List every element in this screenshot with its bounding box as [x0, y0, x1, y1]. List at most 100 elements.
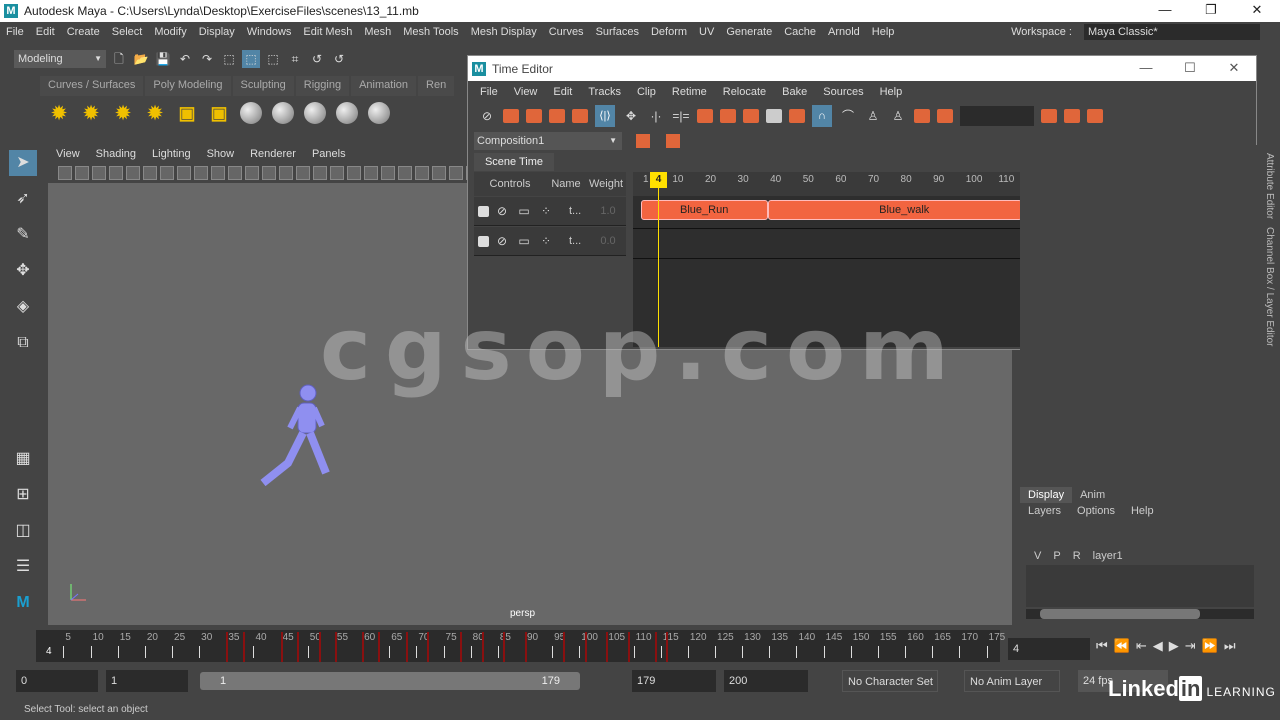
menu-mesh-tools[interactable]: Mesh Tools	[397, 26, 464, 38]
menu-file[interactable]: File	[0, 26, 30, 38]
menu-mesh[interactable]: Mesh	[358, 26, 397, 38]
group-icon[interactable]	[549, 109, 565, 123]
panel-tool-icon[interactable]	[126, 166, 140, 180]
select-object-icon[interactable]: ⬚	[242, 50, 260, 68]
track-name[interactable]: t...	[569, 235, 581, 247]
shelf-tab[interactable]: Poly Modeling	[145, 76, 231, 96]
lock-icon[interactable]: ⁘	[537, 232, 555, 250]
time-editor-titlebar[interactable]: M Time Editor — ☐ ✕	[468, 56, 1256, 81]
rotate-tool-icon[interactable]: ◈	[9, 294, 37, 320]
time-editor-menu-tracks[interactable]: Tracks	[580, 86, 629, 98]
panel-tool-icon[interactable]	[279, 166, 293, 180]
layer-scrollbar[interactable]	[1026, 609, 1254, 619]
track-row[interactable]: ⊘ ▭ ⁘ t... 0.0	[474, 227, 626, 256]
close-button[interactable]: ✕	[1234, 0, 1280, 20]
composition-select[interactable]: Composition1	[474, 132, 622, 150]
material-sphere-icon[interactable]	[368, 102, 390, 124]
light-icon[interactable]: ✹	[144, 102, 166, 124]
graph-editor-icon[interactable]	[1041, 109, 1057, 123]
snap-point-icon[interactable]: ↺	[330, 50, 348, 68]
shelf-tab[interactable]: Rigging	[295, 76, 350, 96]
panel-tool-icon[interactable]	[296, 166, 310, 180]
panel-tool-icon[interactable]	[143, 166, 157, 180]
playback-toggle[interactable]: P	[1053, 550, 1060, 562]
character-set-select[interactable]: No Character Set	[842, 670, 938, 692]
menu-surfaces[interactable]: Surfaces	[590, 26, 645, 38]
visibility-toggle[interactable]: V	[1034, 550, 1041, 562]
go-to-end-icon[interactable]: ⏭	[1224, 638, 1236, 654]
clip-blue_run[interactable]: Blue_Run	[641, 200, 769, 220]
panel-tool-icon[interactable]	[313, 166, 327, 180]
menu-curves[interactable]: Curves	[543, 26, 590, 38]
select-tool-icon[interactable]: ➤	[9, 150, 37, 176]
menu-generate[interactable]: Generate	[720, 26, 778, 38]
scale-clip-icon[interactable]: ⟨|⟩	[595, 105, 615, 127]
track-enable-checkbox[interactable]	[478, 235, 489, 247]
layout-single-icon[interactable]: ▦	[9, 446, 37, 472]
track-weight[interactable]: 0.0	[594, 235, 622, 247]
panel-tool-icon[interactable]	[160, 166, 174, 180]
mute-icon[interactable]: ⊘	[493, 202, 511, 220]
panel-tool-icon[interactable]	[364, 166, 378, 180]
play-backward-icon[interactable]: ◀	[1153, 638, 1163, 654]
material-sphere-icon[interactable]	[336, 102, 358, 124]
time-editor-menu-clip[interactable]: Clip	[629, 86, 664, 98]
snap-grid-icon[interactable]: ⌗	[286, 50, 304, 68]
anim-layer-select[interactable]: No Anim Layer	[964, 670, 1060, 692]
anim-end-field[interactable]: 200	[724, 670, 808, 692]
menu-uv[interactable]: UV	[693, 26, 720, 38]
time-editor-menu-relocate[interactable]: Relocate	[715, 86, 774, 98]
shelf-tab[interactable]: Sculpting	[232, 76, 294, 96]
menu-create[interactable]: Create	[61, 26, 106, 38]
minimize-button[interactable]: —	[1124, 56, 1168, 80]
trim-before-icon[interactable]	[697, 109, 713, 123]
menu-edit-mesh[interactable]: Edit Mesh	[297, 26, 358, 38]
menu-edit[interactable]: Edit	[30, 26, 61, 38]
select-component-icon[interactable]: ⬚	[264, 50, 282, 68]
options-menu[interactable]: Options	[1069, 505, 1123, 517]
panel-tool-icon[interactable]	[347, 166, 361, 180]
time-editor-menu-bake[interactable]: Bake	[774, 86, 815, 98]
redo-icon[interactable]: ↷	[198, 50, 216, 68]
key-remove-icon[interactable]	[937, 109, 953, 123]
menu-modify[interactable]: Modify	[148, 26, 192, 38]
layout-four-icon[interactable]: ⊞	[9, 482, 37, 508]
menu-select[interactable]: Select	[106, 26, 149, 38]
menu-mesh-display[interactable]: Mesh Display	[465, 26, 543, 38]
go-to-start-icon[interactable]: ⏮	[1096, 638, 1108, 654]
duplicate-composition-icon[interactable]	[666, 134, 680, 148]
move-tool-icon[interactable]: ✥	[9, 258, 37, 284]
light-icon[interactable]: ▣	[208, 102, 230, 124]
solo-icon[interactable]: ▭	[515, 232, 533, 250]
panel-menu-show[interactable]: Show	[199, 148, 243, 160]
menu-windows[interactable]: Windows	[241, 26, 298, 38]
hold-icon[interactable]	[766, 109, 782, 123]
layer-name[interactable]: layer1	[1093, 550, 1123, 562]
panel-menu-lighting[interactable]: Lighting	[144, 148, 199, 160]
character-icon[interactable]: ♙	[864, 107, 882, 125]
pose-icon[interactable]: ♙	[889, 107, 907, 125]
dope-sheet-icon[interactable]	[1064, 109, 1080, 123]
playback-end-field[interactable]: 179	[632, 670, 716, 692]
paint-tool-icon[interactable]: ✎	[9, 222, 37, 248]
panel-tool-icon[interactable]	[211, 166, 225, 180]
panel-tool-icon[interactable]	[109, 166, 123, 180]
tab-display[interactable]: Display	[1020, 487, 1073, 503]
trim-icon[interactable]: =|=	[672, 107, 690, 125]
scale-tool-icon[interactable]: ⧉	[9, 330, 37, 356]
save-scene-icon[interactable]: 💾	[154, 50, 172, 68]
time-editor-menu-sources[interactable]: Sources	[815, 86, 871, 98]
ungroup-icon[interactable]	[572, 109, 588, 123]
add-track-icon[interactable]	[526, 109, 542, 123]
panel-tool-icon[interactable]	[330, 166, 344, 180]
track-enable-checkbox[interactable]	[478, 205, 489, 217]
time-editor-menu-file[interactable]: File	[472, 86, 506, 98]
panel-tool-icon[interactable]	[381, 166, 395, 180]
time-editor-menu-view[interactable]: View	[506, 86, 546, 98]
workspace-select[interactable]: Maya Classic*	[1084, 24, 1260, 40]
track-row[interactable]: ⊘ ▭ ⁘ t... 1.0	[474, 197, 626, 226]
light-icon[interactable]: ▣	[176, 102, 198, 124]
anim-start-field[interactable]: 0	[16, 670, 98, 692]
tab-scene-time[interactable]: Scene Time	[474, 153, 554, 171]
search-field[interactable]	[960, 106, 1034, 126]
